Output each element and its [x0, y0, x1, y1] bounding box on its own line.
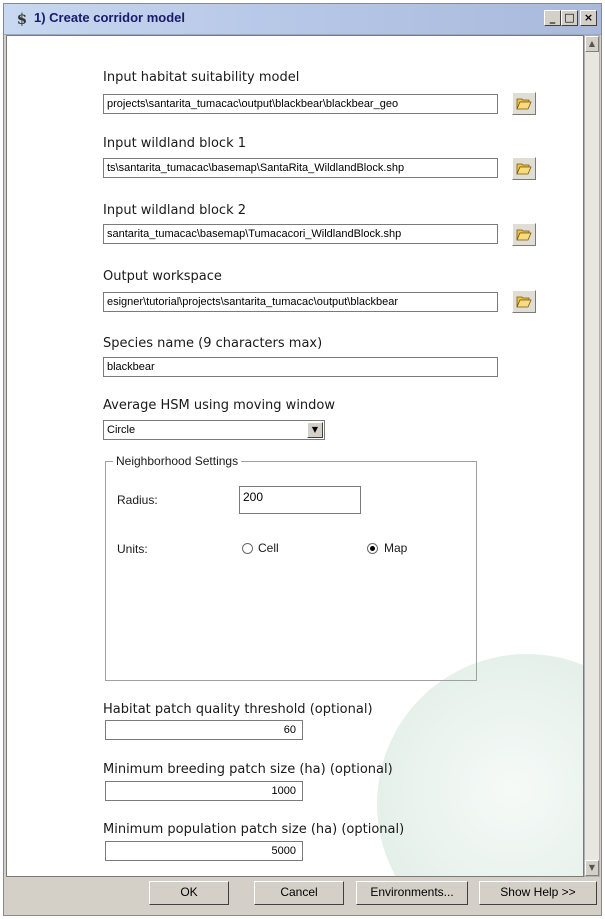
folder-open-icon: [516, 296, 532, 308]
dialog-window: $ 1) Create corridor model _ □ × Input h…: [3, 3, 602, 916]
wildland-block-1-field[interactable]: ts\santarita_tumacac\basemap\SantaRita_W…: [103, 158, 498, 178]
species-name-field[interactable]: blackbear: [103, 357, 498, 377]
wildland-block-2-label: Input wildland block 2: [103, 203, 246, 218]
habitat-model-field[interactable]: projects\santarita_tumacac\output\blackb…: [103, 94, 498, 114]
units-cell-label: Cell: [258, 541, 279, 555]
units-label: Units:: [117, 542, 148, 556]
output-workspace-field[interactable]: esigner\tutorial\projects\santarita_tuma…: [103, 292, 498, 312]
app-icon: $: [16, 10, 28, 28]
globe-watermark-icon: [377, 654, 583, 876]
average-hsm-value: Circle: [107, 424, 136, 436]
neighborhood-settings-legend: Neighborhood Settings: [113, 454, 242, 468]
habitat-model-label: Input habitat suitability model: [103, 70, 300, 85]
parameters-panel: Input habitat suitability model projects…: [6, 35, 584, 877]
units-map-label: Map: [384, 541, 408, 555]
output-workspace-label: Output workspace: [103, 269, 222, 284]
wildland-block-2-field[interactable]: santarita_tumacac\basemap\Tumacacori_Wil…: [103, 224, 498, 244]
habitat-model-browse-button[interactable]: [512, 92, 536, 115]
quality-threshold-label: Habitat patch quality threshold (optiona…: [103, 702, 373, 717]
chevron-down-icon[interactable]: ▼: [307, 422, 323, 438]
units-map-radio[interactable]: [367, 543, 378, 554]
radius-field[interactable]: 200: [239, 486, 361, 514]
folder-open-icon: [516, 163, 532, 175]
scroll-up-icon[interactable]: ▲: [585, 36, 599, 52]
wildland-block-1-browse-button[interactable]: [512, 157, 536, 180]
quality-threshold-field[interactable]: 60: [105, 720, 303, 740]
close-button[interactable]: ×: [580, 10, 597, 26]
min-population-field[interactable]: 5000: [105, 841, 303, 861]
environments-button[interactable]: Environments...: [356, 881, 468, 905]
folder-open-icon: [516, 229, 532, 241]
radius-label: Radius:: [117, 493, 158, 507]
ok-button[interactable]: OK: [149, 881, 229, 905]
window-title: 1) Create corridor model: [34, 10, 185, 25]
show-help-button[interactable]: Show Help >>: [479, 881, 597, 905]
min-population-label: Minimum population patch size (ha) (opti…: [103, 822, 405, 837]
cancel-button[interactable]: Cancel: [254, 881, 344, 905]
maximize-button[interactable]: □: [561, 10, 578, 26]
min-breeding-field[interactable]: 1000: [105, 781, 303, 801]
units-cell-radio[interactable]: [242, 543, 253, 554]
average-hsm-dropdown[interactable]: Circle ▼: [103, 420, 325, 440]
min-breeding-label: Minimum breeding patch size (ha) (option…: [103, 762, 393, 777]
title-bar[interactable]: $ 1) Create corridor model _ □ ×: [4, 4, 601, 35]
folder-open-icon: [516, 98, 532, 110]
average-hsm-label: Average HSM using moving window: [103, 398, 336, 413]
wildland-block-1-label: Input wildland block 1: [103, 136, 246, 151]
species-name-label: Species name (9 characters max): [103, 336, 323, 351]
wildland-block-2-browse-button[interactable]: [512, 223, 536, 246]
vertical-scrollbar[interactable]: ▲ ▼: [584, 35, 600, 877]
output-workspace-browse-button[interactable]: [512, 290, 536, 313]
minimize-button[interactable]: _: [544, 10, 561, 26]
scroll-down-icon[interactable]: ▼: [585, 860, 599, 876]
